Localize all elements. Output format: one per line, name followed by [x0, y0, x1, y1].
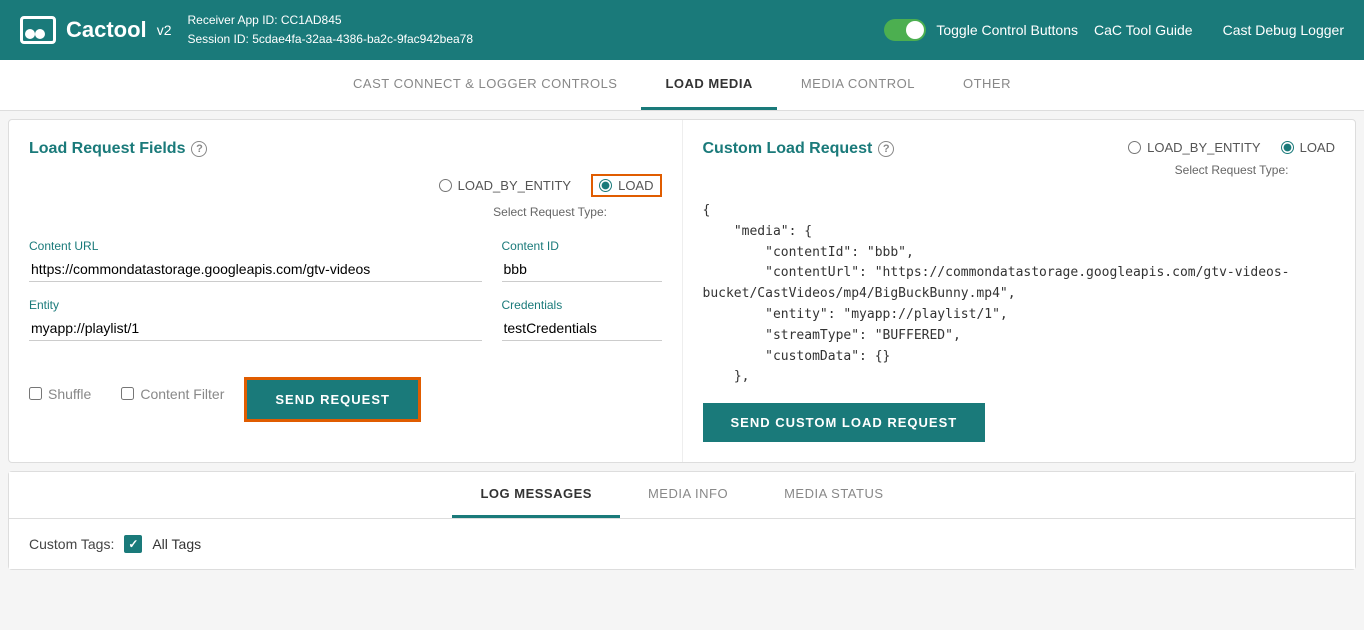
credentials-group: Credentials	[502, 298, 662, 341]
radio-group-load: LOAD_BY_ENTITY LOAD	[439, 174, 662, 197]
form-row-entity-creds: Entity Credentials	[29, 298, 662, 341]
credentials-label: Credentials	[502, 298, 662, 312]
content-url-input[interactable]	[29, 257, 482, 282]
cast-debug-logger-link[interactable]: Cast Debug Logger	[1223, 22, 1344, 38]
header-links: CaC Tool Guide Cast Debug Logger	[1094, 22, 1344, 38]
radio-load-by-entity-input[interactable]	[439, 179, 452, 192]
radio-load-by-entity[interactable]: LOAD_BY_ENTITY	[439, 178, 571, 193]
custom-load-section: Custom Load Request ? LOAD_BY_ENTITY LOA…	[682, 120, 1356, 462]
app-version: v2	[157, 22, 172, 38]
load-media-card: Load Request Fields ? LOAD_BY_ENTITY LOA…	[8, 119, 1356, 463]
tab-other[interactable]: OTHER	[939, 60, 1035, 110]
content-url-group: Content URL	[29, 239, 482, 282]
custom-tags-area: Custom Tags: ✓ All Tags	[9, 519, 1355, 569]
form-row-url-id: Content URL Content ID	[29, 239, 662, 282]
custom-tags-label: Custom Tags:	[29, 536, 114, 552]
toggle-switch[interactable]	[884, 19, 926, 41]
header: Cactool v2 Receiver App ID: CC1AD845 Ses…	[0, 0, 1364, 60]
custom-load-json-editor[interactable]: { "media": { "contentId": "bbb", "conten…	[703, 201, 1336, 388]
toggle-label: Toggle Control Buttons	[936, 22, 1078, 38]
entity-label: Entity	[29, 298, 482, 312]
load-request-section: Load Request Fields ? LOAD_BY_ENTITY LOA…	[9, 120, 682, 462]
custom-radio-load[interactable]: LOAD	[1281, 140, 1335, 155]
cac-tool-guide-link[interactable]: CaC Tool Guide	[1094, 22, 1193, 38]
custom-request-type-label: Select Request Type:	[1175, 163, 1289, 177]
toggle-area: Toggle Control Buttons	[884, 19, 1078, 41]
tab-media-control[interactable]: MEDIA CONTROL	[777, 60, 939, 110]
request-type-selector: LOAD_BY_ENTITY LOAD Select Request Type:	[439, 174, 662, 231]
app-title: Cactool	[66, 17, 147, 43]
all-tags-checkbox[interactable]: ✓	[124, 535, 142, 553]
all-tags-checkmark: ✓	[128, 537, 138, 551]
content-filter-checkbox[interactable]	[121, 387, 134, 400]
tab-media-status[interactable]: MEDIA STATUS	[756, 472, 911, 518]
custom-radio-group: LOAD_BY_ENTITY LOAD	[1128, 140, 1335, 155]
session-id: 5cdae4fa-32aa-4386-ba2c-9fac942bea78	[252, 32, 473, 46]
radio-load[interactable]: LOAD	[591, 174, 661, 197]
main-content: Load Request Fields ? LOAD_BY_ENTITY LOA…	[8, 119, 1356, 463]
send-request-button[interactable]: SEND REQUEST	[244, 377, 421, 422]
custom-radio-load-by-entity-input[interactable]	[1128, 141, 1141, 154]
tab-log-messages[interactable]: LOG MESSAGES	[452, 472, 619, 518]
custom-load-title: Custom Load Request ?	[703, 140, 895, 158]
tab-load-media[interactable]: LOAD MEDIA	[641, 60, 776, 110]
logo-area: Cactool v2	[20, 16, 171, 44]
shuffle-checkbox-label[interactable]: Shuffle	[29, 386, 91, 402]
receiver-app-id: CC1AD845	[281, 13, 342, 27]
receiver-app-id-label: Receiver App ID:	[187, 13, 277, 27]
checkbox-row: Shuffle Content Filter	[29, 386, 224, 402]
all-tags-label: All Tags	[152, 536, 201, 552]
load-request-title: Load Request Fields ?	[29, 140, 662, 158]
custom-load-help-icon[interactable]: ?	[878, 141, 894, 157]
tab-media-info[interactable]: MEDIA INFO	[620, 472, 756, 518]
entity-input[interactable]	[29, 316, 482, 341]
send-custom-load-request-button[interactable]: SEND CUSTOM LOAD REQUEST	[703, 403, 986, 442]
shuffle-checkbox[interactable]	[29, 387, 42, 400]
bottom-tabs: LOG MESSAGES MEDIA INFO MEDIA STATUS	[9, 472, 1355, 519]
content-id-input[interactable]	[502, 257, 662, 282]
content-filter-checkbox-label[interactable]: Content Filter	[121, 386, 224, 402]
bottom-section: LOG MESSAGES MEDIA INFO MEDIA STATUS Cus…	[8, 471, 1356, 570]
cast-icon	[20, 16, 56, 44]
credentials-input[interactable]	[502, 316, 662, 341]
custom-radio-load-by-entity[interactable]: LOAD_BY_ENTITY	[1128, 140, 1260, 155]
load-request-help-icon[interactable]: ?	[191, 141, 207, 157]
content-url-label: Content URL	[29, 239, 482, 253]
custom-request-type-selector: LOAD_BY_ENTITY LOAD Select Request Type:	[1128, 140, 1335, 189]
session-info: Receiver App ID: CC1AD845 Session ID: 5c…	[187, 11, 473, 49]
radio-load-input[interactable]	[599, 179, 612, 192]
nav-tabs: CAST CONNECT & LOGGER CONTROLS LOAD MEDI…	[0, 60, 1364, 111]
custom-radio-load-input[interactable]	[1281, 141, 1294, 154]
entity-group: Entity	[29, 298, 482, 341]
request-type-label: Select Request Type:	[493, 205, 607, 219]
content-id-label: Content ID	[502, 239, 662, 253]
content-id-group: Content ID	[502, 239, 662, 282]
tab-cast-connect[interactable]: CAST CONNECT & LOGGER CONTROLS	[329, 60, 641, 110]
session-id-label: Session ID:	[187, 32, 248, 46]
